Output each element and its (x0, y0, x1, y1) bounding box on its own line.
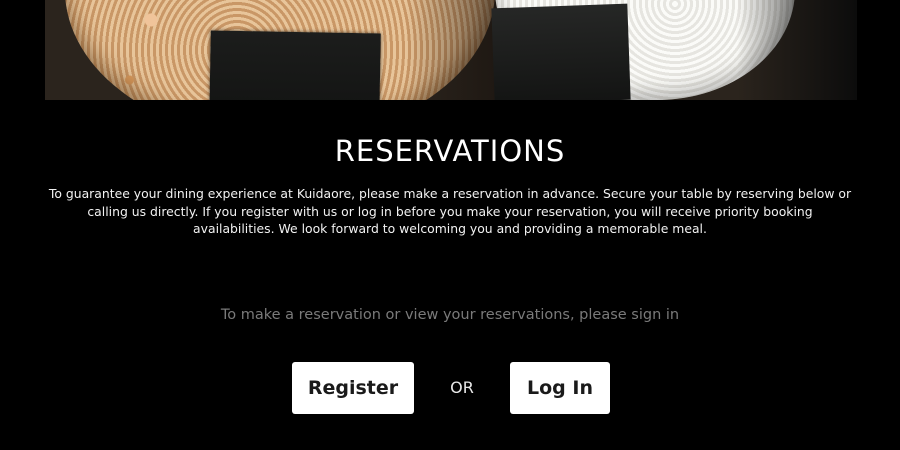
nori-seaweed-left (209, 30, 381, 100)
or-separator: OR (450, 378, 474, 397)
reservations-page: RESERVATIONS To guarantee your dining ex… (0, 0, 900, 450)
hero-image (45, 0, 857, 100)
nori-seaweed-right (491, 3, 631, 100)
register-button[interactable]: Register (292, 362, 414, 414)
hero-fade (737, 0, 857, 100)
reservations-description: To guarantee your dining experience at K… (48, 186, 852, 236)
signin-prompt: To make a reservation or view your reser… (220, 307, 680, 323)
page-title: RESERVATIONS (334, 134, 566, 168)
login-button[interactable]: Log In (510, 362, 610, 414)
